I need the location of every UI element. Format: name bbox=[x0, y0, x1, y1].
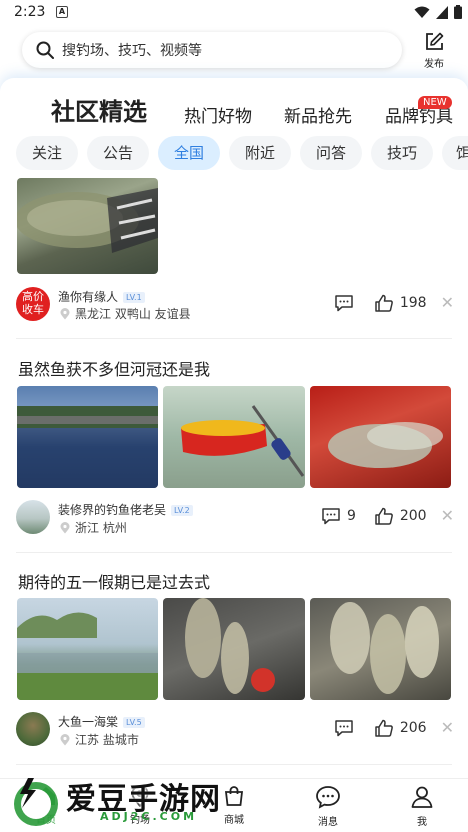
level-badge: LV.2 bbox=[171, 505, 193, 516]
like-icon[interactable] bbox=[374, 507, 394, 525]
category-tabs: 社区精选 热门好物 新品抢先 品牌钓具 NEW bbox=[0, 86, 468, 132]
location-text: 江苏 盐城市 bbox=[75, 733, 139, 747]
comment-icon[interactable] bbox=[321, 507, 341, 525]
post-location: 浙江 杭州 bbox=[60, 519, 127, 536]
publish-button[interactable]: 发布 bbox=[416, 32, 452, 70]
comment-count: 9 bbox=[346, 507, 356, 524]
nav-me[interactable]: 我 bbox=[392, 785, 452, 828]
location-text: 浙江 杭州 bbox=[75, 521, 127, 535]
level-badge: LV.1 bbox=[123, 292, 145, 303]
search-input[interactable]: 搜钓场、技巧、视频等 bbox=[22, 32, 402, 68]
post-image[interactable] bbox=[163, 386, 305, 488]
close-icon[interactable]: ✕ bbox=[441, 293, 454, 312]
chip-tips[interactable]: 技巧 bbox=[371, 136, 433, 170]
system-icons bbox=[414, 5, 462, 19]
chip-follow[interactable]: 关注 bbox=[16, 136, 78, 170]
watermark: 爱豆手游网 ADJ2C.COM bbox=[6, 772, 266, 830]
post-location: 黑龙江 双鸭山 友谊县 bbox=[60, 305, 191, 322]
post-actions: 198 ✕ bbox=[334, 293, 454, 312]
wifi-icon bbox=[414, 6, 430, 18]
avatar[interactable]: 高价 收车 bbox=[16, 287, 50, 321]
post-title[interactable]: 虽然鱼获不多但河冠还是我 bbox=[18, 356, 210, 380]
user-name-text: 装修界的钓鱼佬老吴 bbox=[58, 503, 167, 517]
search-placeholder: 搜钓场、技巧、视频等 bbox=[62, 43, 202, 59]
battery-icon bbox=[454, 5, 462, 19]
signal-icon bbox=[436, 5, 448, 19]
post-title[interactable]: 期待的五一假期已是过去式 bbox=[18, 569, 210, 593]
avatar-text: 收车 bbox=[22, 303, 44, 316]
post-image[interactable] bbox=[17, 178, 158, 274]
chip-bait[interactable]: 饵 bbox=[442, 136, 468, 170]
avatar-text: 高价 bbox=[22, 290, 44, 303]
status-time: 2:23 bbox=[14, 4, 46, 20]
notification-icon: A bbox=[56, 6, 68, 18]
comment-icon[interactable] bbox=[334, 719, 354, 737]
location-text: 黑龙江 双鸭山 友谊县 bbox=[75, 307, 191, 321]
user-name-text: 渔你有缘人 bbox=[58, 290, 119, 304]
status-bar: 2:23 A bbox=[0, 0, 468, 26]
location-pin-icon bbox=[60, 307, 70, 319]
like-count: 198 bbox=[399, 294, 427, 311]
nav-label: 我 bbox=[417, 817, 427, 828]
user-name[interactable]: 装修界的钓鱼佬老吴 LV.2 bbox=[58, 501, 193, 518]
tab-community-picks[interactable]: 社区精选 bbox=[51, 92, 147, 127]
level-badge: LV.5 bbox=[123, 717, 145, 728]
divider bbox=[16, 338, 452, 339]
user-icon bbox=[411, 786, 433, 808]
post-actions: 206 ✕ bbox=[334, 718, 454, 737]
chip-qa[interactable]: 问答 bbox=[300, 136, 362, 170]
divider bbox=[16, 552, 452, 553]
chip-announcement[interactable]: 公告 bbox=[87, 136, 149, 170]
watermark-logo-icon bbox=[14, 778, 58, 826]
avatar[interactable] bbox=[16, 500, 50, 534]
top-header: 搜钓场、技巧、视频等 发布 bbox=[0, 26, 468, 76]
post-image[interactable] bbox=[310, 386, 451, 488]
post-image[interactable] bbox=[17, 598, 158, 700]
main-content: 社区精选 热门好物 新品抢先 品牌钓具 NEW 关注 公告 全国 附近 问答 技… bbox=[0, 78, 468, 778]
user-name[interactable]: 渔你有缘人 LV.1 bbox=[58, 288, 145, 305]
close-icon[interactable]: ✕ bbox=[441, 718, 454, 737]
post-image[interactable] bbox=[17, 386, 158, 488]
chip-nationwide[interactable]: 全国 bbox=[158, 136, 220, 170]
user-name-text: 大鱼一海棠 bbox=[58, 715, 119, 729]
user-name[interactable]: 大鱼一海棠 LV.5 bbox=[58, 713, 145, 730]
post-image[interactable] bbox=[310, 598, 451, 700]
edit-icon bbox=[426, 32, 444, 50]
message-icon bbox=[316, 786, 340, 809]
comment-icon[interactable] bbox=[334, 294, 354, 312]
filter-chips: 关注 公告 全国 附近 问答 技巧 饵 bbox=[0, 136, 468, 172]
avatar[interactable] bbox=[16, 712, 50, 746]
post-location: 江苏 盐城市 bbox=[60, 731, 139, 748]
new-badge: NEW bbox=[418, 96, 452, 109]
tab-hot-items[interactable]: 热门好物 bbox=[184, 102, 252, 127]
post-feed: 高价 收车 渔你有缘人 LV.1 黑龙江 双鸭山 友谊县 198 ✕ 虽然鱼获不多… bbox=[0, 178, 468, 778]
like-icon[interactable] bbox=[374, 719, 394, 737]
chip-nearby[interactable]: 附近 bbox=[229, 136, 291, 170]
post-image[interactable] bbox=[163, 598, 305, 700]
tab-new-products[interactable]: 新品抢先 bbox=[284, 102, 352, 127]
publish-label: 发布 bbox=[424, 59, 444, 70]
location-pin-icon bbox=[60, 521, 70, 533]
like-count: 206 bbox=[399, 719, 427, 736]
like-icon[interactable] bbox=[374, 294, 394, 312]
like-count: 200 bbox=[399, 507, 427, 524]
close-icon[interactable]: ✕ bbox=[441, 506, 454, 525]
search-icon bbox=[36, 41, 54, 59]
watermark-url: ADJ2C.COM bbox=[100, 810, 198, 823]
divider bbox=[16, 764, 452, 765]
nav-label: 消息 bbox=[318, 817, 338, 828]
post-actions: 9 200 ✕ bbox=[321, 506, 454, 525]
location-pin-icon bbox=[60, 733, 70, 745]
nav-messages[interactable]: 消息 bbox=[298, 785, 358, 828]
